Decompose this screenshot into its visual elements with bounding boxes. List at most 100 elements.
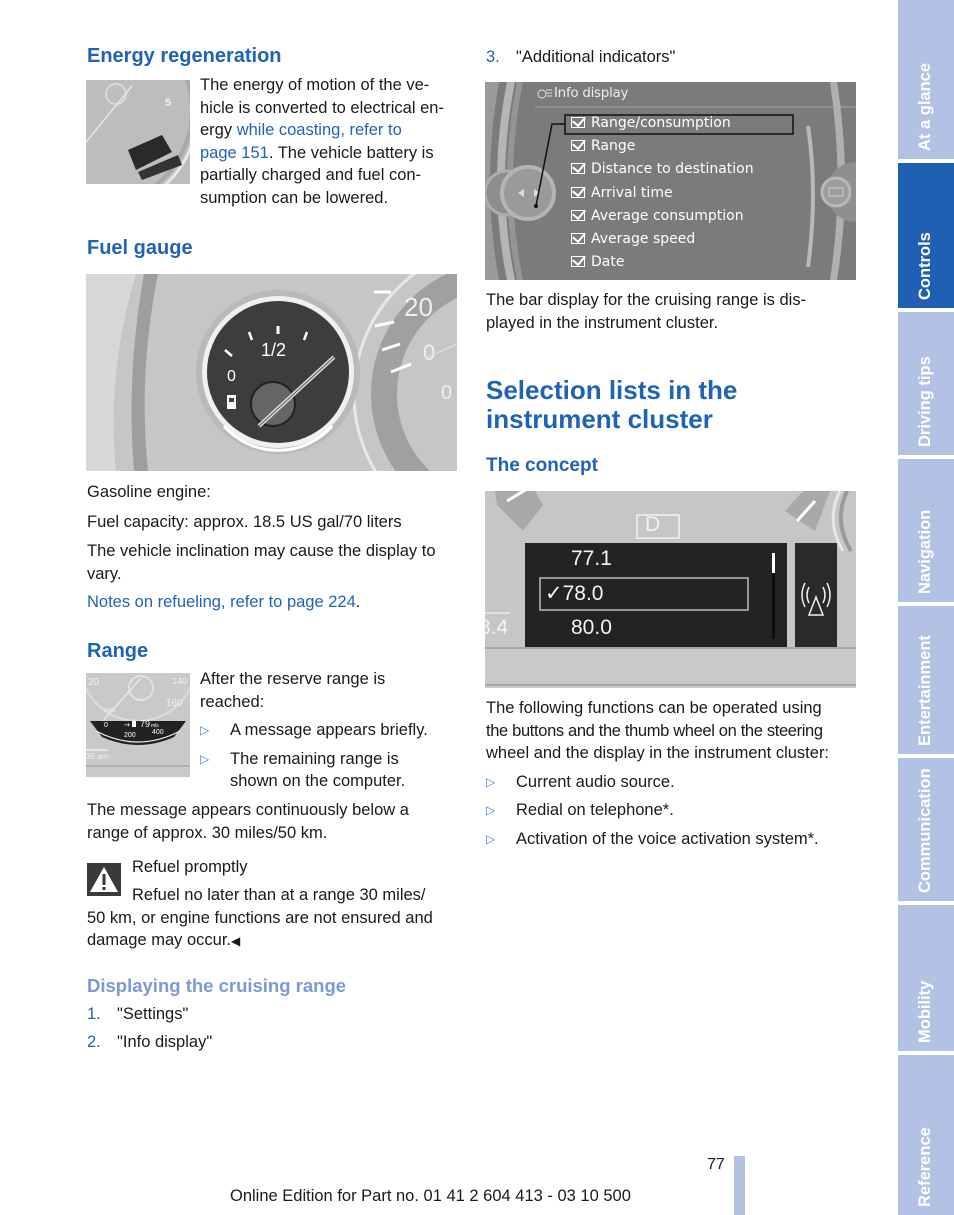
energy-regeneration-heading: Energy regeneration bbox=[87, 45, 282, 67]
indicator-item[interactable]: Arrival time bbox=[571, 185, 673, 201]
inclination-text: The vehicle inclination may cause the di… bbox=[87, 542, 436, 560]
tab-navigation[interactable]: Navigation bbox=[898, 459, 954, 602]
info-display-image: Info display Range/consumption Range Dista… bbox=[485, 82, 856, 280]
checkbox-checked-icon bbox=[571, 209, 585, 221]
indicator-item[interactable]: Distance to destination bbox=[571, 161, 754, 177]
end-mark-icon: ◀ bbox=[231, 934, 241, 948]
bar-para-line: played in the instrument cluster. bbox=[486, 313, 719, 332]
range-intro: After the reserve range is reached: ▷ A m… bbox=[200, 668, 462, 793]
tab-label: At a glance bbox=[916, 62, 934, 151]
warning-title: Refuel promptly bbox=[132, 858, 248, 876]
selection-item: 80.0 bbox=[571, 616, 612, 639]
checkbox-checked-icon bbox=[571, 117, 585, 128]
indicator-item[interactable]: Date bbox=[571, 254, 624, 270]
tab-reference[interactable]: Reference bbox=[898, 1055, 954, 1215]
range-image-140: 140 bbox=[172, 676, 187, 686]
range-image-20: 20 bbox=[88, 677, 100, 688]
info-display-title: Info display bbox=[554, 85, 629, 101]
fuel-gauge-image: 20 0 0 1/2 0 bbox=[86, 274, 457, 471]
page-151-link[interactable]: page 151 bbox=[200, 144, 269, 162]
selection-list-image: D 3.4 77.1 ✓78.0 80.0 bbox=[485, 491, 856, 688]
tab-entertainment[interactable]: Entertainment bbox=[898, 606, 954, 754]
concept-para: The following functions can be operated … bbox=[486, 697, 858, 850]
fuel-gauge-info: Gasoline engine: Fuel capacity: approx. … bbox=[87, 481, 459, 614]
indicator-label: Average consumption bbox=[591, 207, 744, 224]
refueling-notes-link[interactable]: Notes on refueling, refer to page 224 bbox=[87, 593, 356, 611]
checkmark-icon: ✓ bbox=[545, 581, 563, 605]
edition-footer: Online Edition for Part no. 01 41 2 604 … bbox=[230, 1187, 631, 1205]
energy-regeneration-image: 5 bbox=[86, 80, 190, 184]
concept-para-line: the buttons and the thumb wheel on the s… bbox=[486, 721, 823, 740]
energy-text-line: sumption can be lowered. bbox=[200, 188, 389, 207]
page-number: 77 bbox=[707, 1156, 725, 1173]
warning-text: Refuel no later than at a range 30 miles… bbox=[87, 884, 467, 953]
checkbox-checked-icon bbox=[571, 163, 585, 175]
step-3: 3. "Additional indicators" bbox=[486, 46, 675, 69]
link-suffix: . bbox=[355, 593, 361, 611]
energy-text-line: partially charged and fuel con- bbox=[200, 166, 422, 184]
range-image: 20 140 160 mph 0 → 79 mls 200 400 35 am bbox=[86, 673, 190, 777]
tab-driving-tips[interactable]: Driving tips bbox=[898, 312, 954, 455]
page-marker bbox=[734, 1156, 745, 1215]
bullet-text: Activation of the voice activation syste… bbox=[516, 829, 819, 848]
bullet-text-cont: shown on the computer. bbox=[230, 772, 406, 790]
tab-communication[interactable]: Communication bbox=[898, 758, 954, 901]
gear-indicator: D bbox=[645, 513, 661, 536]
range-message-para: The message appears continuously below a… bbox=[87, 799, 459, 844]
selection-item-value: 78.0 bbox=[562, 582, 604, 605]
tab-label: Entertainment bbox=[916, 635, 934, 746]
bullet-triangle-icon: ▷ bbox=[486, 803, 496, 817]
selection-item-selected: ✓78.0 bbox=[545, 581, 603, 606]
indicator-label: Range bbox=[591, 138, 636, 155]
indicator-item[interactable]: Range bbox=[571, 138, 635, 154]
range-intro-line: After the reserve range is bbox=[200, 670, 386, 688]
coasting-link[interactable]: while coasting, refer to bbox=[237, 121, 402, 139]
range-bullet-1: ▷ A message appears briefly. bbox=[200, 719, 462, 742]
tab-controls[interactable]: Controls bbox=[898, 163, 954, 308]
energy-text-line: . The vehicle battery is bbox=[268, 143, 434, 162]
tab-label: Navigation bbox=[916, 509, 934, 594]
indicator-label: Distance to destination bbox=[591, 161, 754, 178]
energy-text-line: ergy bbox=[200, 121, 237, 139]
energy-text-line: The energy of motion of the ve- bbox=[200, 76, 430, 94]
tab-label: Communication bbox=[916, 768, 934, 893]
range-image-200: 200 bbox=[124, 732, 136, 739]
tab-at-a-glance[interactable]: At a glance bbox=[898, 0, 954, 159]
concept-para-line: The following functions can be operated … bbox=[486, 699, 822, 717]
tab-mobility[interactable]: Mobility bbox=[898, 905, 954, 1051]
section-title-line: Selection lists in the bbox=[486, 375, 738, 405]
indicator-item[interactable]: Average consumption bbox=[571, 208, 744, 224]
speedo-label-20: 20 bbox=[404, 292, 433, 322]
concept-para-line: wheel and the display in the instrument … bbox=[486, 744, 830, 762]
checkbox-checked-icon bbox=[571, 256, 585, 268]
warning-line: 50 km, or engine functions are not ensur… bbox=[87, 908, 433, 927]
range-image-value: 79 bbox=[140, 719, 150, 729]
engine-type-text: Gasoline engine: bbox=[87, 483, 211, 501]
fuel-gauge-zero-label: 0 bbox=[227, 368, 236, 385]
warning-line: Refuel no later than at a range 30 miles… bbox=[132, 886, 426, 904]
tab-label: Controls bbox=[916, 232, 934, 300]
bullet-triangle-icon: ▷ bbox=[200, 751, 210, 766]
bar-display-para: The bar display for the cruising range i… bbox=[486, 289, 858, 334]
range-image-400: 400 bbox=[152, 729, 164, 736]
checkbox-checked-icon bbox=[571, 140, 585, 152]
range-heading: Range bbox=[87, 640, 149, 662]
cruising-steps: 1. "Settings" 2. "Info display" bbox=[87, 1003, 212, 1053]
svg-text:→: → bbox=[124, 721, 130, 729]
step-text: "Settings" bbox=[117, 1005, 189, 1023]
bullet-triangle-icon: ▷ bbox=[486, 774, 496, 789]
bullet-text: The remaining range is bbox=[230, 749, 399, 768]
left-value: 3.4 bbox=[485, 616, 509, 639]
indicator-label: Arrival time bbox=[591, 184, 673, 201]
bullet-triangle-icon: ▷ bbox=[486, 831, 496, 846]
energy-image-label: 5 bbox=[165, 97, 171, 109]
speedo-label-0b: 0 bbox=[441, 382, 452, 404]
indicator-item-selected[interactable]: Range/consumption bbox=[571, 115, 731, 131]
checkbox-checked-icon bbox=[571, 233, 585, 244]
tab-label: Mobility bbox=[916, 980, 934, 1043]
indicator-item[interactable]: Average speed bbox=[571, 231, 695, 247]
section-title-line: instrument cluster bbox=[486, 404, 713, 434]
range-bullet-2: ▷ The remaining range is bbox=[200, 748, 462, 771]
range-image-mph: mph bbox=[104, 708, 116, 714]
tab-label: Driving tips bbox=[916, 356, 934, 447]
